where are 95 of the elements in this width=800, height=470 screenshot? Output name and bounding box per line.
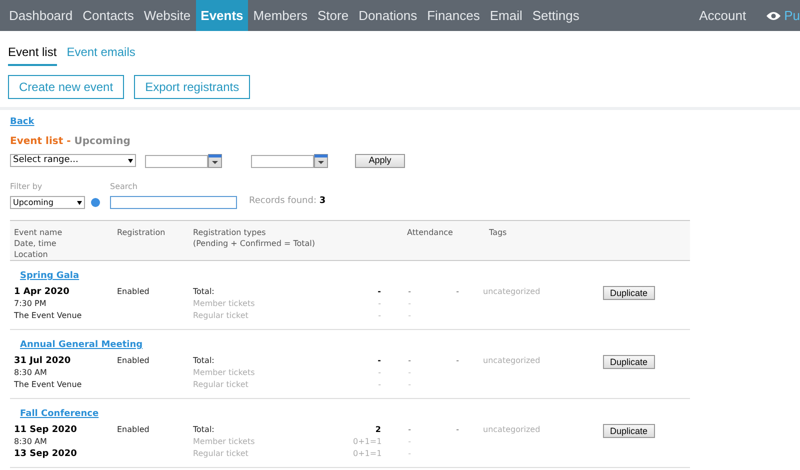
table-cell-text: - — [377, 310, 381, 322]
table-cell-text: Member tickets — [193, 367, 256, 379]
help-icon[interactable] — [91, 198, 100, 207]
event-date: 11 Sep 2020 — [14, 424, 78, 436]
nav-item[interactable]: Settings — [527, 0, 584, 31]
preview-link[interactable]: Pu — [784, 6, 800, 26]
table-cell-text: Total: — [193, 424, 216, 436]
column-header: Registration types — [193, 227, 267, 238]
event-detail: 8:30 AM — [14, 436, 48, 448]
column-header: Tags — [489, 227, 507, 238]
heading-separator: - — [66, 136, 71, 146]
tag-label: uncategorized — [483, 424, 542, 436]
table-cell-text: - — [407, 310, 411, 322]
calendar-icon[interactable] — [314, 154, 328, 168]
column-header: Location — [14, 249, 49, 260]
table-cell-text: - — [455, 424, 459, 436]
table-cell-text: - — [407, 355, 411, 367]
back-link[interactable]: Back — [10, 117, 34, 127]
table-cell-text: - — [407, 367, 411, 379]
search-label: Search — [110, 180, 138, 192]
dropdown-arrow-icon — [77, 200, 82, 204]
nav-item[interactable]: Dashboard — [4, 0, 78, 31]
event-detail: 7:30 PM — [14, 298, 48, 310]
calendar-icon[interactable] — [208, 154, 222, 168]
action-button[interactable]: Create new event — [8, 75, 124, 99]
tag-label: uncategorized — [483, 355, 542, 367]
event-date: 1 Apr 2020 — [14, 286, 70, 298]
column-header: Date, time — [14, 238, 58, 249]
date-to-field[interactable] — [251, 154, 314, 168]
table-cell-text: Total: — [193, 355, 216, 367]
account-link[interactable]: Account — [699, 6, 746, 26]
event-detail: 8:30 AM — [14, 367, 48, 379]
table-cell-text: - — [407, 436, 411, 448]
tab[interactable]: Event list — [8, 43, 57, 66]
date-from-field[interactable] — [145, 154, 208, 168]
action-button[interactable]: Export registrants — [134, 75, 250, 99]
table-cell-text: Member tickets — [193, 298, 256, 310]
duplicate-button[interactable]: Duplicate — [603, 424, 655, 438]
table-cell-text: - — [407, 448, 411, 460]
range-select[interactable]: Select range... — [10, 154, 136, 167]
duplicate-button[interactable]: Duplicate — [603, 286, 655, 300]
table-cell-text: - — [455, 286, 459, 298]
table-cell-text: - — [376, 355, 381, 367]
event-date: 13 Sep 2020 — [14, 448, 78, 460]
column-header: Registration — [117, 227, 166, 238]
eye-icon — [766, 10, 782, 20]
nav-item[interactable]: Contacts — [78, 0, 139, 31]
dropdown-arrow-icon — [128, 158, 133, 162]
table-cell-text: - — [377, 298, 381, 310]
filter-label: Filter by — [10, 181, 44, 193]
search-field[interactable] — [110, 196, 237, 209]
table-cell-text: Total: — [193, 286, 216, 298]
nav-item[interactable]: Events — [196, 0, 248, 31]
table-cell-text: - — [376, 286, 381, 298]
table-cell-text: - — [377, 379, 381, 391]
event-link[interactable]: Annual General Meeting — [20, 340, 143, 350]
nav-item[interactable]: Donations — [354, 0, 422, 31]
table-cell-text: - — [455, 355, 459, 367]
table-cell-text: Enabled — [117, 424, 150, 436]
column-header: Event name — [14, 227, 62, 238]
nav-item[interactable]: Members — [248, 0, 312, 31]
event-link[interactable]: Spring Gala — [20, 271, 80, 281]
table-cell-text: - — [407, 286, 411, 298]
table-cell-text: - — [407, 298, 411, 310]
nav-item[interactable]: Email — [484, 0, 528, 31]
event-date: 31 Jul 2020 — [14, 355, 72, 367]
table-cell-text: Member tickets — [193, 436, 256, 448]
tag-label: uncategorized — [483, 286, 542, 298]
page-subheading: Upcoming — [74, 136, 130, 146]
nav-item[interactable]: Store — [312, 0, 354, 31]
table-cell-text: Regular ticket — [193, 448, 250, 460]
tab[interactable]: Event emails — [66, 43, 136, 66]
table-cell: 0+1=1 — [353, 448, 381, 460]
apply-button[interactable]: Apply — [355, 154, 405, 168]
records-label: Records found: — [249, 196, 316, 206]
page-heading: Event list — [10, 136, 64, 146]
duplicate-button[interactable]: Duplicate — [603, 355, 655, 369]
table-cell: 0+1=1 — [353, 436, 381, 448]
table-cell-text: - — [407, 424, 411, 436]
column-header: Attendance — [407, 227, 453, 238]
table-cell-text: - — [407, 379, 411, 391]
table-cell-text: Enabled — [117, 286, 150, 298]
table-cell-text: Regular ticket — [193, 379, 250, 391]
event-detail: The Event Venue — [14, 379, 83, 391]
nav-item[interactable]: Finances — [422, 0, 485, 31]
table-cell-text: Regular ticket — [193, 310, 250, 322]
table-cell-text: - — [377, 367, 381, 379]
event-link[interactable]: Fall Conference — [20, 409, 99, 419]
table-cell-text: Enabled — [117, 355, 150, 367]
table-cell-text: 2 — [374, 424, 381, 436]
event-detail: The Event Venue — [14, 310, 83, 322]
nav-item[interactable]: Website — [138, 0, 196, 31]
column-header: (Pending + Confirmed = Total) — [193, 238, 316, 249]
records-count: 3 — [319, 196, 326, 206]
filter-select[interactable]: Upcoming — [10, 196, 85, 209]
